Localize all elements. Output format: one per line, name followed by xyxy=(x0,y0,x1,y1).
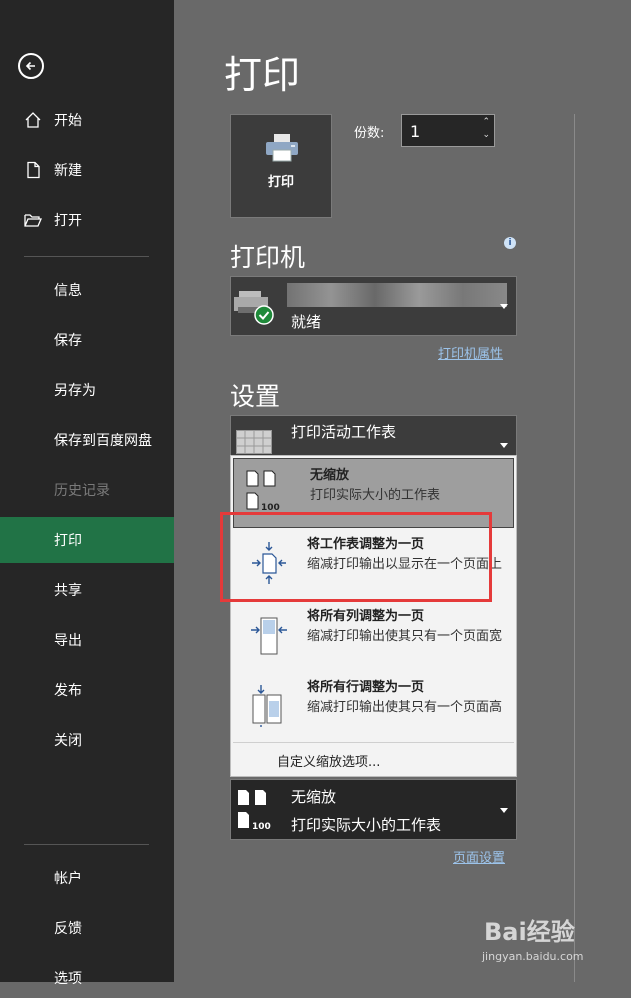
scaling-dropdown-menu: 100 无缩放 打印实际大小的工作表 将工作表调整为一页 缩减打印输出以显示在一… xyxy=(230,455,517,777)
printer-section-title: 打印机 xyxy=(230,243,306,272)
print-button[interactable]: 打印 xyxy=(230,114,332,218)
no-scaling-icon: 100 xyxy=(238,790,271,832)
menu-separator xyxy=(233,742,514,743)
settings-section-title: 设置 xyxy=(230,382,281,411)
sidebar-item-label: 反馈 xyxy=(54,921,82,937)
preview-divider xyxy=(574,114,575,982)
fit-rows-icon xyxy=(252,685,282,727)
print-scope-dropdown[interactable]: 打印活动工作表 xyxy=(230,415,517,457)
chevron-down-icon xyxy=(500,304,508,309)
sidebar-item-open[interactable]: 打开 xyxy=(0,200,174,240)
info-icon[interactable]: i xyxy=(504,237,516,249)
chevron-down-icon xyxy=(500,808,508,813)
scaling-option-desc: 打印实际大小的工作表 xyxy=(310,488,441,503)
sidebar-item-print[interactable]: 打印 xyxy=(0,517,174,563)
watermark-url: jingyan.baidu.com xyxy=(482,950,584,963)
print-button-label: 打印 xyxy=(267,175,294,190)
home-icon xyxy=(25,112,41,128)
scaling-option-title: 将所有列调整为一页 xyxy=(307,609,425,624)
sidebar-item-save[interactable]: 保存 xyxy=(0,320,174,360)
sidebar-item-share[interactable]: 共享 xyxy=(0,570,174,610)
sidebar-item-account[interactable]: 帐户 xyxy=(0,858,174,898)
watermark-brand: Bai经验 xyxy=(484,918,575,946)
scaling-option-fit-columns[interactable]: 将所有列调整为一页 缩减打印输出使其只有一个页面宽 xyxy=(231,600,516,670)
scaling-option-fit-rows[interactable]: 将所有行调整为一页 缩减打印输出使其只有一个页面高 xyxy=(231,671,516,741)
no-scaling-icon: 100 xyxy=(246,470,280,513)
sidebar-item-publish[interactable]: 发布 xyxy=(0,670,174,710)
scaling-option-title: 将所有行调整为一页 xyxy=(307,680,425,695)
sidebar-item-label: 打开 xyxy=(54,213,82,229)
backstage-sidebar: 开始 新建 打开 信息 保存 另存为 保存到百度网盘 历史记录 打印 共享 导出… xyxy=(0,0,174,987)
scaling-option-desc: 缩减打印输出使其只有一个页面宽 xyxy=(307,629,503,644)
sidebar-item-label: 发布 xyxy=(54,683,82,699)
custom-scaling-options[interactable]: 自定义缩放选项... xyxy=(277,751,380,770)
sidebar-item-new[interactable]: 新建 xyxy=(0,150,174,190)
annotation-highlight-box xyxy=(220,512,492,602)
sidebar-item-home[interactable]: 开始 xyxy=(0,100,174,140)
sidebar-item-label: 保存 xyxy=(54,333,82,349)
baidu-watermark: Bai经验 jingyan.baidu.com xyxy=(482,912,584,963)
sidebar-item-label: 开始 xyxy=(54,113,82,129)
sidebar-item-label: 新建 xyxy=(54,163,82,179)
copies-label: 份数: xyxy=(354,126,385,141)
fit-columns-icon xyxy=(251,617,287,655)
chevron-down-icon[interactable]: ⌄ xyxy=(482,130,490,140)
chevron-up-icon[interactable]: ⌃ xyxy=(482,117,490,127)
scaling-option-title: 无缩放 xyxy=(310,468,350,483)
sidebar-item-label: 导出 xyxy=(54,633,82,649)
back-arrow-icon[interactable] xyxy=(18,53,44,79)
sidebar-item-label: 保存到百度网盘 xyxy=(54,433,152,449)
sidebar-item-label: 选项 xyxy=(54,971,82,987)
printer-dropdown[interactable]: 就绪 xyxy=(230,276,517,336)
sidebar-divider xyxy=(24,844,149,845)
sidebar-item-save-to-baidu[interactable]: 保存到百度网盘 xyxy=(0,420,174,460)
printer-name-blurred xyxy=(287,283,507,307)
printer-status: 就绪 xyxy=(291,313,322,331)
print-scope-label: 打印活动工作表 xyxy=(291,423,397,441)
scaling-option-desc: 缩减打印输出使其只有一个页面高 xyxy=(307,700,503,715)
printer-ready-icon xyxy=(234,291,274,325)
sidebar-divider xyxy=(24,256,149,257)
sidebar-item-history: 历史记录 xyxy=(0,470,174,510)
sidebar-item-label: 历史记录 xyxy=(54,483,110,499)
sidebar-item-feedback[interactable]: 反馈 xyxy=(0,908,174,948)
sidebar-item-info[interactable]: 信息 xyxy=(0,270,174,310)
sidebar-item-close[interactable]: 关闭 xyxy=(0,720,174,760)
scaling-dropdown[interactable]: 100 无缩放 打印实际大小的工作表 xyxy=(230,779,517,840)
sidebar-item-export[interactable]: 导出 xyxy=(0,620,174,660)
sidebar-item-label: 打印 xyxy=(54,533,82,549)
svg-text:100: 100 xyxy=(252,822,271,832)
printer-properties-link[interactable]: 打印机属性 xyxy=(438,343,503,362)
chevron-down-icon xyxy=(500,443,508,448)
page-setup-link[interactable]: 页面设置 xyxy=(453,847,505,866)
page-title: 打印 xyxy=(224,53,301,97)
sidebar-item-label: 帐户 xyxy=(54,871,82,887)
new-file-icon xyxy=(27,161,40,179)
sidebar-item-label: 另存为 xyxy=(54,383,96,399)
sidebar-item-options[interactable]: 选项 xyxy=(0,958,174,998)
worksheet-grid-icon xyxy=(236,430,272,454)
printer-icon xyxy=(266,134,298,162)
scaling-title: 无缩放 xyxy=(291,788,337,806)
sidebar-item-save-as[interactable]: 另存为 xyxy=(0,370,174,410)
sidebar-item-label: 关闭 xyxy=(54,733,82,749)
sidebar-item-label: 信息 xyxy=(54,283,82,299)
scaling-desc: 打印实际大小的工作表 xyxy=(291,816,442,834)
copies-stepper[interactable]: 1 ⌃ ⌄ xyxy=(401,114,495,147)
sidebar-item-label: 共享 xyxy=(54,583,82,599)
open-folder-icon xyxy=(24,214,42,227)
copies-value: 1 xyxy=(410,122,421,141)
